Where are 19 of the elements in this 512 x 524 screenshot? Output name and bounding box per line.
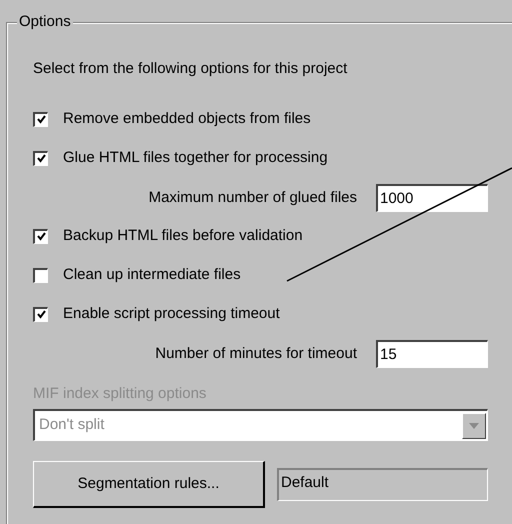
checkbox[interactable] [33, 150, 48, 166]
field-label: Number of minutes for timeout [155, 344, 357, 364]
checkbox-label[interactable]: Glue HTML files together for processing [63, 146, 328, 170]
number-field[interactable]: 15 [376, 340, 488, 368]
checkbox[interactable] [33, 268, 48, 282]
number-field[interactable]: 1000 [376, 184, 488, 212]
field-label: Maximum number of glued files [148, 188, 357, 208]
group-title: Options [17, 12, 73, 32]
dropdown-arrow-icon [469, 422, 479, 428]
checkbox-label[interactable]: Clean up intermediate files [63, 264, 241, 286]
segmentation-rules-button[interactable]: Segmentation rules... [33, 461, 265, 508]
checkbox[interactable] [33, 112, 48, 126]
checkbox[interactable] [33, 228, 48, 244]
checkbox-label[interactable]: Remove embedded objects from files [63, 108, 311, 130]
instruction-text: Select from the following options for this project [33, 58, 348, 79]
checkbox-label[interactable]: Backup HTML files before validation [63, 224, 303, 248]
checkbox[interactable] [33, 306, 48, 322]
rules-value-field: Default [277, 468, 488, 501]
checkbox-label[interactable]: Enable script processing timeout [63, 302, 280, 326]
